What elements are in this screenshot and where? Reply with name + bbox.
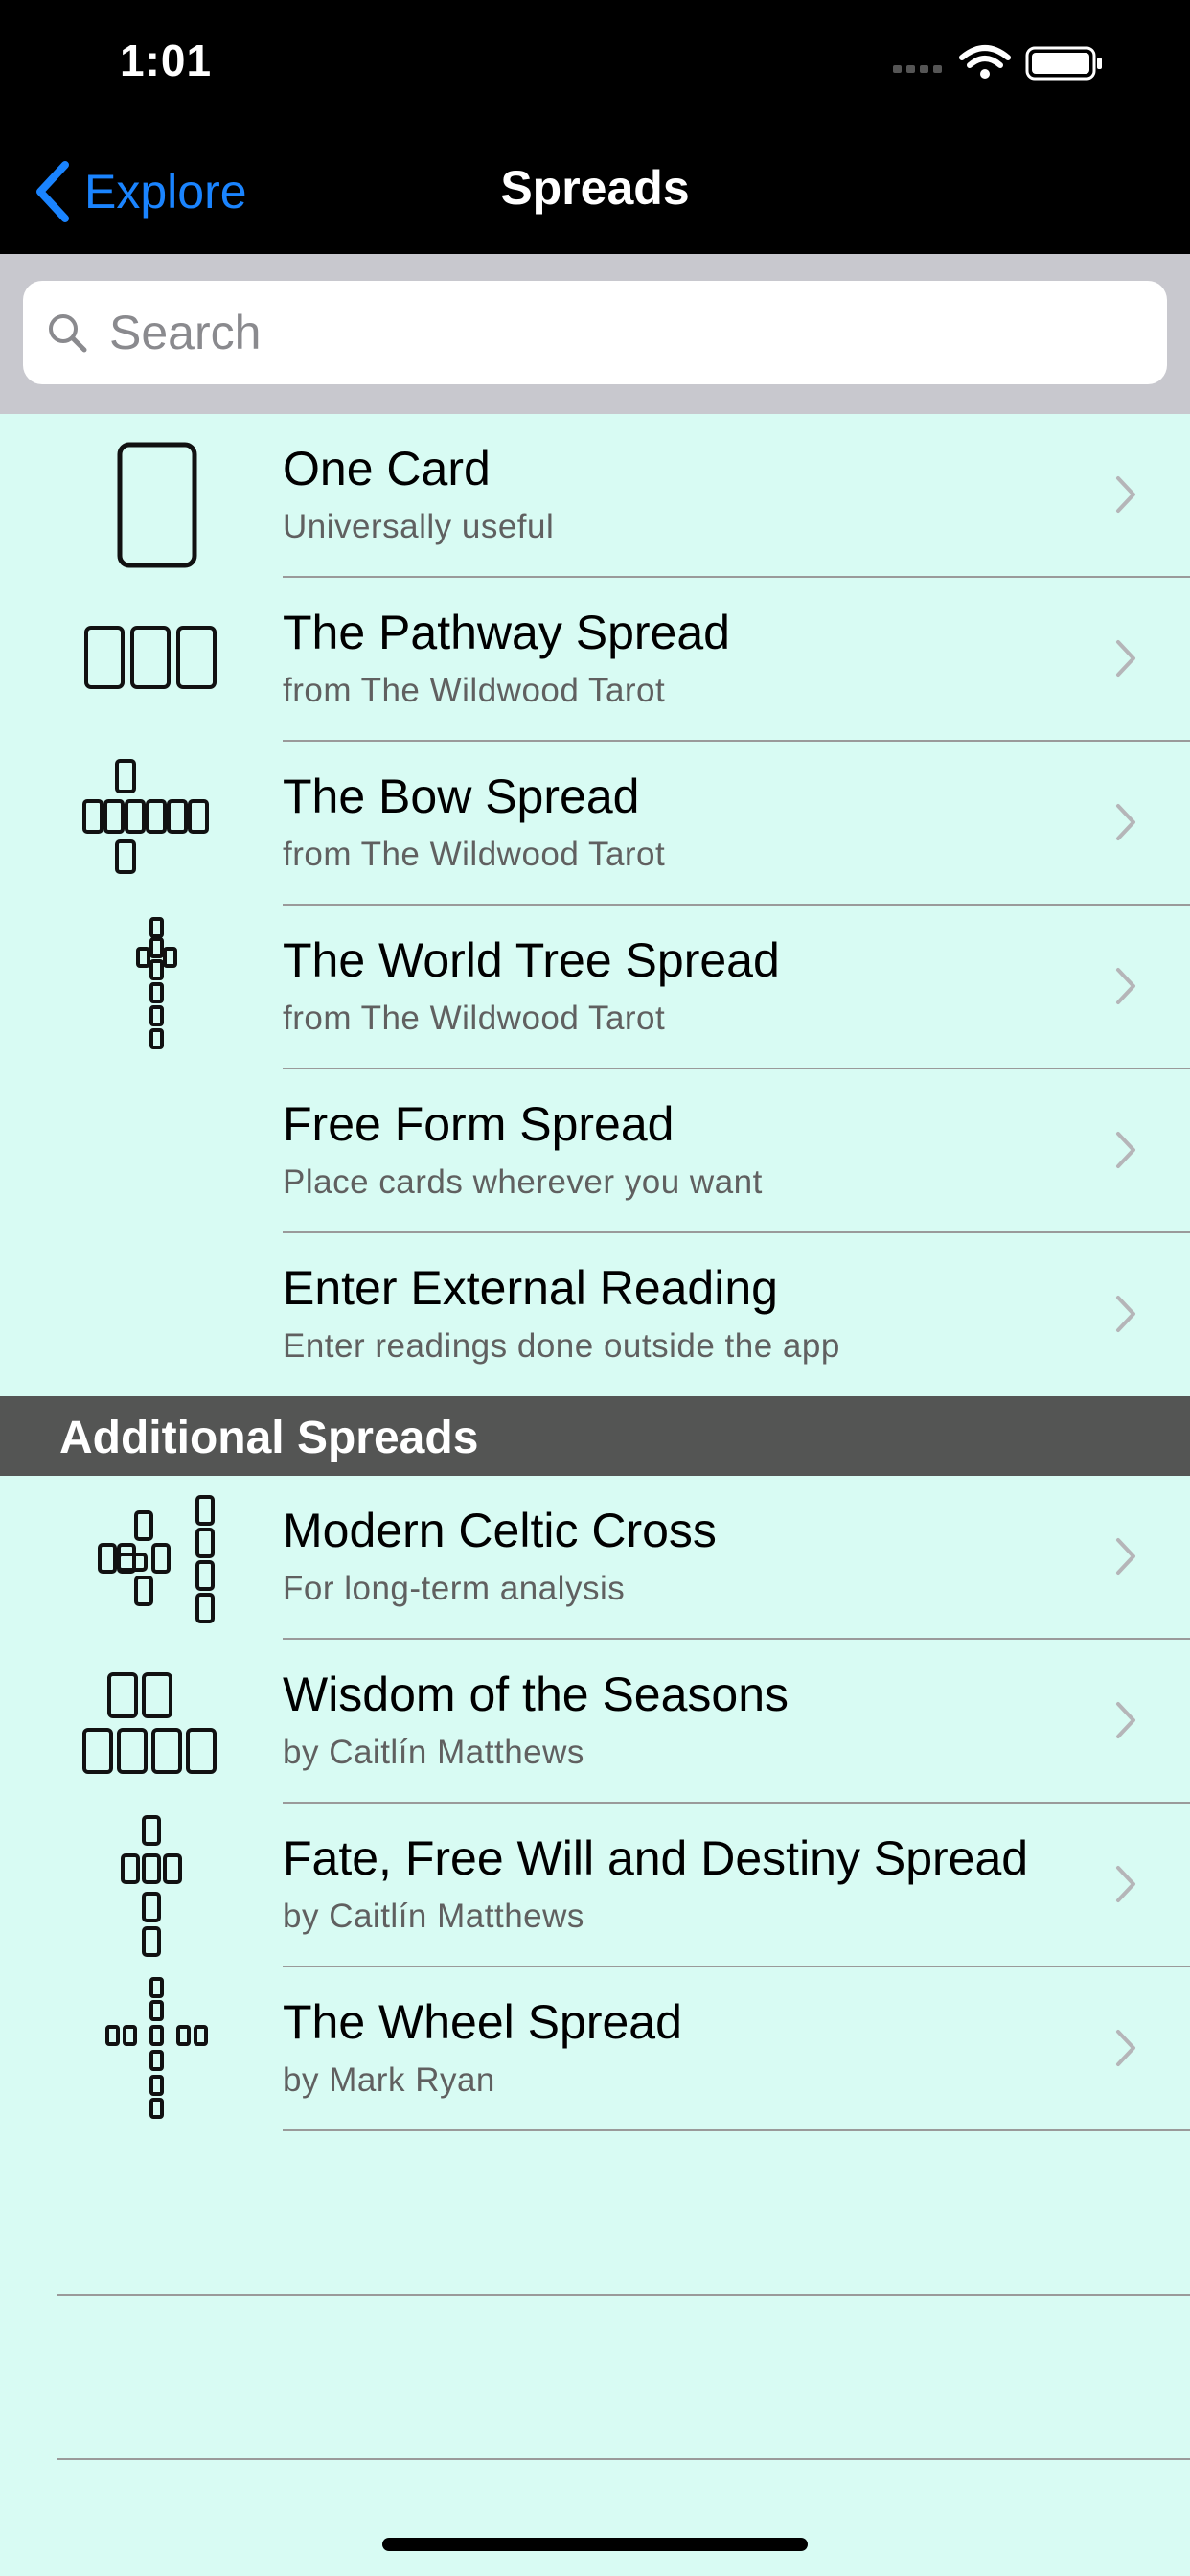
list-item-title: The Pathway Spread bbox=[283, 606, 730, 659]
list-item-title: The Bow Spread bbox=[283, 770, 640, 823]
additional-spreads-list: Modern Celtic Cross For long-term analys… bbox=[0, 1476, 1190, 2131]
chevron-right-icon bbox=[1116, 804, 1135, 840]
celtic-cross-spread-icon bbox=[98, 1495, 215, 1623]
battery-icon bbox=[1025, 46, 1102, 80]
row-divider bbox=[283, 2129, 1190, 2131]
list-item-wheel-spread[interactable]: The Wheel Spread by Mark Ryan bbox=[0, 1967, 1190, 2131]
list-item-title: Free Form Spread bbox=[283, 1097, 675, 1151]
world-tree-spread-icon bbox=[136, 917, 177, 1049]
fate-spread-icon bbox=[121, 1815, 182, 1957]
list-item-world-tree-spread[interactable]: The World Tree Spread from The Wildwood … bbox=[0, 906, 1190, 1070]
list-item-one-card[interactable]: One Card Universally useful bbox=[0, 414, 1190, 578]
list-item-fate-free-will-destiny[interactable]: Fate, Free Will and Destiny Spread by Ca… bbox=[0, 1804, 1190, 1967]
list-item-subtitle: Place cards wherever you want bbox=[283, 1163, 763, 1201]
search-input[interactable] bbox=[107, 304, 1117, 361]
empty-row-divider bbox=[57, 2294, 1190, 2296]
list-item-title: Wisdom of the Seasons bbox=[283, 1668, 790, 1721]
list-item-pathway-spread[interactable]: The Pathway Spread from The Wildwood Tar… bbox=[0, 578, 1190, 742]
list-item-bow-spread[interactable]: The Bow Spread from The Wildwood Tarot bbox=[0, 742, 1190, 906]
list-item-subtitle: by Caitlín Matthews bbox=[283, 1734, 584, 1771]
chevron-right-icon bbox=[1116, 1702, 1135, 1738]
chevron-right-icon bbox=[1116, 2030, 1135, 2066]
page-title: Spreads bbox=[500, 161, 690, 215]
search-icon bbox=[49, 314, 87, 353]
spreads-list: One Card Universally useful The Pathway … bbox=[0, 414, 1190, 1397]
seasons-spread-icon bbox=[82, 1672, 217, 1774]
chevron-right-icon bbox=[1116, 1538, 1135, 1575]
pathway-spread-icon bbox=[84, 626, 217, 689]
list-item-title: Fate, Free Will and Destiny Spread bbox=[283, 1831, 1029, 1885]
list-item-subtitle: from The Wildwood Tarot bbox=[283, 672, 666, 709]
list-item-subtitle: by Caitlín Matthews bbox=[283, 1898, 584, 1935]
list-item-subtitle: For long-term analysis bbox=[283, 1570, 626, 1607]
list-item-subtitle: from The Wildwood Tarot bbox=[283, 1000, 666, 1037]
chevron-right-icon bbox=[1116, 1296, 1135, 1332]
list-item-modern-celtic-cross[interactable]: Modern Celtic Cross For long-term analys… bbox=[0, 1476, 1190, 1640]
list-item-subtitle: Universally useful bbox=[283, 508, 555, 545]
wifi-icon bbox=[959, 45, 1011, 79]
list-item-title: Enter External Reading bbox=[283, 1261, 778, 1315]
list-item-wisdom-of-the-seasons[interactable]: Wisdom of the Seasons by Caitlín Matthew… bbox=[0, 1640, 1190, 1804]
bow-spread-icon bbox=[82, 759, 209, 874]
status-icons bbox=[893, 45, 1102, 80]
chevron-right-icon bbox=[1116, 968, 1135, 1004]
status-bar: 1:01 bbox=[0, 0, 1190, 129]
chevron-right-icon bbox=[1116, 476, 1135, 513]
search-area bbox=[0, 254, 1190, 414]
list-item-enter-external-reading[interactable]: Enter External Reading Enter readings do… bbox=[0, 1233, 1190, 1397]
empty-row-divider bbox=[57, 2458, 1190, 2460]
wheel-spread-icon bbox=[105, 1977, 208, 2119]
chevron-right-icon bbox=[1116, 640, 1135, 677]
list-item-title: Modern Celtic Cross bbox=[283, 1504, 717, 1557]
navigation-bar: Explore Spreads bbox=[0, 129, 1190, 254]
list-item-title: The World Tree Spread bbox=[283, 933, 780, 987]
home-indicator[interactable] bbox=[382, 2538, 808, 2551]
search-box[interactable] bbox=[23, 281, 1167, 384]
list-item-subtitle: by Mark Ryan bbox=[283, 2061, 495, 2099]
section-header-additional-spreads: Additional Spreads bbox=[0, 1396, 1190, 1476]
cellular-signal-icon bbox=[893, 65, 942, 73]
one-card-spread-icon bbox=[117, 442, 197, 568]
list-item-title: The Wheel Spread bbox=[283, 1995, 682, 2049]
chevron-right-icon bbox=[1116, 1132, 1135, 1168]
list-item-title: One Card bbox=[283, 442, 491, 495]
status-time: 1:01 bbox=[120, 35, 213, 85]
section-title: Additional Spreads bbox=[59, 1413, 479, 1463]
list-item-free-form-spread[interactable]: Free Form Spread Place cards wherever yo… bbox=[0, 1070, 1190, 1233]
list-item-subtitle: Enter readings done outside the app bbox=[283, 1327, 840, 1365]
chevron-right-icon bbox=[1116, 1866, 1135, 1902]
list-item-subtitle: from The Wildwood Tarot bbox=[283, 836, 666, 873]
